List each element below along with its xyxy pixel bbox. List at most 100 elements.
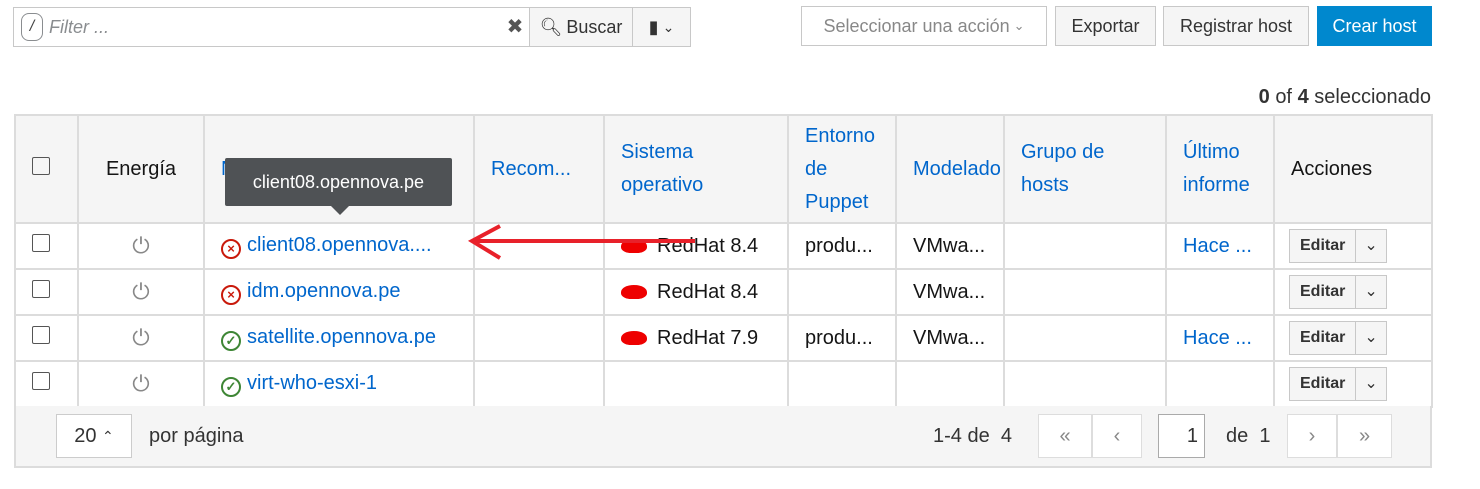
recommendations-cell (473, 314, 605, 362)
col-model[interactable]: Modelado (895, 114, 1005, 224)
col-hostgroup[interactable]: Grupo de hosts (1003, 114, 1167, 224)
col-power: Energía (77, 114, 205, 224)
search-icon: 🔍︎ (539, 16, 563, 37)
col-puppet-label: Entorno de Puppet (805, 124, 876, 213)
row-checkbox[interactable] (32, 280, 50, 298)
edit-button[interactable]: Editar (1290, 322, 1355, 354)
export-button[interactable]: Exportar (1055, 6, 1156, 46)
search-label: Buscar (566, 16, 623, 37)
col-hostgroup-label: Grupo de hosts (1021, 141, 1105, 196)
chevron-down-icon: ⌄ (662, 18, 675, 35)
redhat-icon (621, 284, 647, 299)
edit-button[interactable]: Editar (1290, 230, 1355, 262)
select-cell (14, 268, 79, 316)
model-cell (895, 360, 1005, 408)
col-puppet[interactable]: Entorno de Puppet (787, 114, 897, 224)
last-report-link[interactable]: Hace ... (1183, 327, 1252, 349)
col-os[interactable]: Sistema operativo (603, 114, 789, 224)
of-label: of (1275, 86, 1292, 108)
bookmark-button[interactable]: ▮ ⌄ (632, 8, 690, 46)
edit-dropdown-toggle[interactable]: ⌄ (1355, 276, 1385, 308)
register-host-button[interactable]: Registrar host (1163, 6, 1309, 46)
total-count: 4 (1297, 86, 1309, 108)
first-page-button[interactable]: « (1038, 414, 1092, 458)
last-report-link[interactable]: Hace ... (1183, 235, 1252, 257)
range-label: 1-4 de 4 (933, 425, 1012, 448)
bookmark-icon: ▮ (648, 16, 659, 37)
arrow-icon (467, 224, 695, 260)
error-status-icon: × (221, 238, 241, 259)
tooltip-arrow (330, 205, 350, 225)
edit-dropdown-toggle[interactable]: ⌄ (1355, 230, 1385, 262)
select-cell (14, 360, 79, 408)
select-all-cell (14, 114, 79, 224)
power-icon[interactable]: ⏻ (77, 360, 205, 408)
clear-icon[interactable]: ✖ (501, 8, 529, 46)
hostgroup-cell (1003, 222, 1167, 270)
model-cell: VMwa... (895, 222, 1005, 270)
edit-button[interactable]: Editar (1290, 368, 1355, 400)
col-last-report-label: Último informe (1183, 141, 1250, 196)
power-icon[interactable]: ⏻ (77, 222, 205, 270)
table-row: ⏻ × idm.opennova.pe RedHat 8.4 VMwa... Ed… (14, 268, 1433, 316)
of-text: de (1226, 425, 1249, 447)
chevron-down-icon: ⌄ (1013, 18, 1025, 33)
col-last-report[interactable]: Último informe (1165, 114, 1275, 224)
hostgroup-cell (1003, 314, 1167, 362)
create-host-button[interactable]: Crear host (1317, 6, 1432, 46)
prev-page-button[interactable]: ‹ (1092, 414, 1142, 458)
last-page-button[interactable]: » (1337, 414, 1392, 458)
search-input[interactable]: Filter ... (43, 8, 501, 46)
actions-cell: Editar ⌄ (1273, 314, 1433, 362)
ok-status-icon: ✓ (221, 330, 241, 351)
page-input[interactable]: 1 (1158, 414, 1205, 458)
name-tooltip: client08.opennova.pe (225, 158, 452, 206)
power-icon[interactable]: ⏻ (77, 314, 205, 362)
power-icon[interactable]: ⏻ (77, 268, 205, 316)
host-link[interactable]: satellite.opennova.pe (247, 326, 436, 348)
table-row: ⏻ ✓ satellite.opennova.pe RedHat 7.9 prod… (14, 314, 1433, 362)
search-button[interactable]: 🔍︎ Buscar (529, 8, 632, 46)
row-checkbox[interactable] (32, 234, 50, 252)
name-cell: × idm.opennova.pe (203, 268, 475, 316)
col-recommendations[interactable]: Recom... (473, 114, 605, 224)
host-link[interactable]: client08.opennova.... (247, 234, 432, 256)
next-page-button[interactable]: › (1287, 414, 1337, 458)
host-link[interactable]: virt-who-esxi-1 (247, 372, 377, 394)
hostgroup-cell (1003, 268, 1167, 316)
os-text: RedHat 7.9 (657, 326, 759, 349)
report-cell (1165, 268, 1275, 316)
per-page-dropdown[interactable]: 20 ⌃ (56, 414, 132, 458)
table-row: ⏻ × client08.opennova.... RedHat 8.4 prod… (14, 222, 1433, 270)
pagination-bar: 20 ⌃ por página 1-4 de 4 « ‹ 1 de 1 › » (14, 406, 1432, 468)
edit-dropdown-toggle[interactable]: ⌄ (1355, 368, 1385, 400)
edit-button-group: Editar ⌄ (1289, 275, 1387, 309)
model-cell: VMwa... (895, 268, 1005, 316)
col-actions: Acciones (1273, 114, 1433, 224)
select-all-checkbox[interactable] (32, 156, 50, 175)
selected-count: 0 (1258, 86, 1270, 108)
recommendations-cell (473, 360, 605, 408)
row-checkbox[interactable] (32, 326, 50, 344)
edit-dropdown-toggle[interactable]: ⌄ (1355, 322, 1385, 354)
select-cell (14, 222, 79, 270)
select-action-dropdown[interactable]: Seleccionar una acción ⌄ (801, 6, 1047, 46)
range-text: 1-4 de (933, 425, 990, 447)
edit-button-group: Editar ⌄ (1289, 321, 1387, 355)
edit-button-group: Editar ⌄ (1289, 229, 1387, 263)
recommendations-cell (473, 268, 605, 316)
redhat-icon (621, 330, 647, 345)
actions-cell: Editar ⌄ (1273, 222, 1433, 270)
edit-button[interactable]: Editar (1290, 276, 1355, 308)
select-action-label: Seleccionar una acción (823, 15, 1010, 36)
os-cell: RedHat 8.4 (603, 268, 789, 316)
edit-button-group: Editar ⌄ (1289, 367, 1387, 401)
row-checkbox[interactable] (32, 372, 50, 390)
host-link[interactable]: idm.opennova.pe (247, 280, 400, 302)
error-status-icon: × (221, 284, 241, 305)
select-cell (14, 314, 79, 362)
table-row: ⏻ ✓ virt-who-esxi-1 Editar ⌄ (14, 360, 1433, 408)
os-text: RedHat 8.4 (657, 280, 759, 303)
page-of: de 1 (1226, 425, 1271, 448)
selected-label: seleccionado (1314, 86, 1431, 108)
